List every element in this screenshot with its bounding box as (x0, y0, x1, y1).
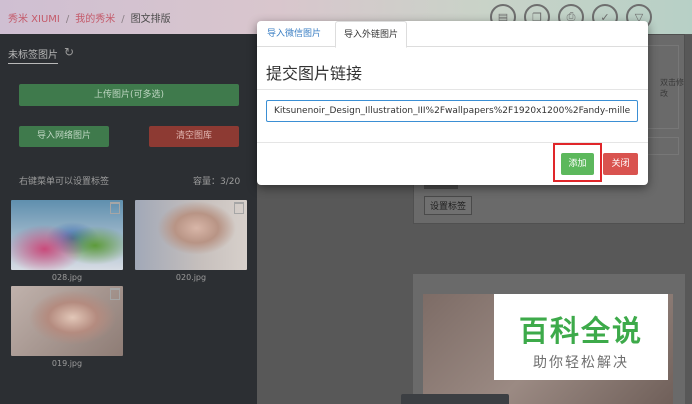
image-thumbnail[interactable]: 028.jpg (11, 200, 123, 282)
image-filename: 020.jpg (175, 273, 207, 282)
watermark-logo: 百科全说 助你轻松解决 (494, 294, 668, 380)
trash-icon[interactable] (234, 202, 244, 214)
dialog-title: 提交图片链接 (266, 64, 363, 83)
editor-side-text: 双击修改 (660, 78, 684, 98)
dialog-tabs: 导入微信图片 导入外链图片 (257, 21, 648, 48)
upload-images-button[interactable]: 上传图片(可多选) (19, 84, 239, 106)
right-click-hint: 右键菜单可以设置标签 (19, 177, 110, 187)
clear-library-button[interactable]: 清空图库 (149, 126, 239, 147)
thumbnail-image[interactable] (135, 200, 247, 270)
watermark-subtitle: 助你轻松解决 (533, 355, 629, 371)
current-page-crumb: 图文排版 (130, 14, 171, 25)
image-library-panel: 未标签图片 ↻ 上传图片(可多选) 导入网络图片 清空图库 右键菜单可以设置标签… (0, 34, 257, 404)
brand-link[interactable]: 秀米 XIUMI (8, 14, 60, 25)
divider (257, 89, 648, 90)
close-button[interactable]: 关闭 (603, 153, 638, 175)
refresh-icon[interactable]: ↻ (64, 45, 74, 59)
image-thumbnail[interactable]: 019.jpg (11, 286, 123, 368)
library-capacity: 容量：3/20 (193, 177, 241, 187)
trash-icon[interactable] (110, 288, 120, 300)
import-network-image-button[interactable]: 导入网络图片 (19, 126, 109, 147)
image-thumbnail[interactable]: 020.jpg (135, 200, 247, 282)
image-url-input[interactable] (266, 100, 638, 122)
thumbnail-image[interactable] (11, 286, 123, 356)
breadcrumb: 秀米 XIUMI / 我的秀米 / 图文排版 (8, 10, 177, 25)
my-xiumi-link[interactable]: 我的秀米 (75, 14, 115, 25)
image-filename: 028.jpg (51, 273, 83, 282)
import-image-dialog: 导入微信图片 导入外链图片 提交图片链接 添加 关闭 (257, 21, 648, 185)
tab-import-external[interactable]: 导入外链图片 (335, 21, 408, 48)
set-tag-button[interactable]: 设置标签 (424, 196, 473, 215)
add-button[interactable]: 添加 (561, 153, 594, 175)
image-filename: 019.jpg (51, 359, 83, 368)
library-tabs: 未标签图片 (8, 46, 58, 64)
trash-icon[interactable] (110, 202, 120, 214)
thumbnail-image[interactable] (11, 200, 123, 270)
floating-toolbar[interactable] (401, 394, 509, 404)
watermark-title: 百科全说 (518, 314, 643, 348)
breadcrumb-separator: / (65, 14, 70, 25)
tab-untagged-images[interactable]: 未标签图片 (8, 50, 58, 64)
tab-import-wechat[interactable]: 导入微信图片 (259, 21, 329, 47)
breadcrumb-separator: / (121, 14, 125, 25)
